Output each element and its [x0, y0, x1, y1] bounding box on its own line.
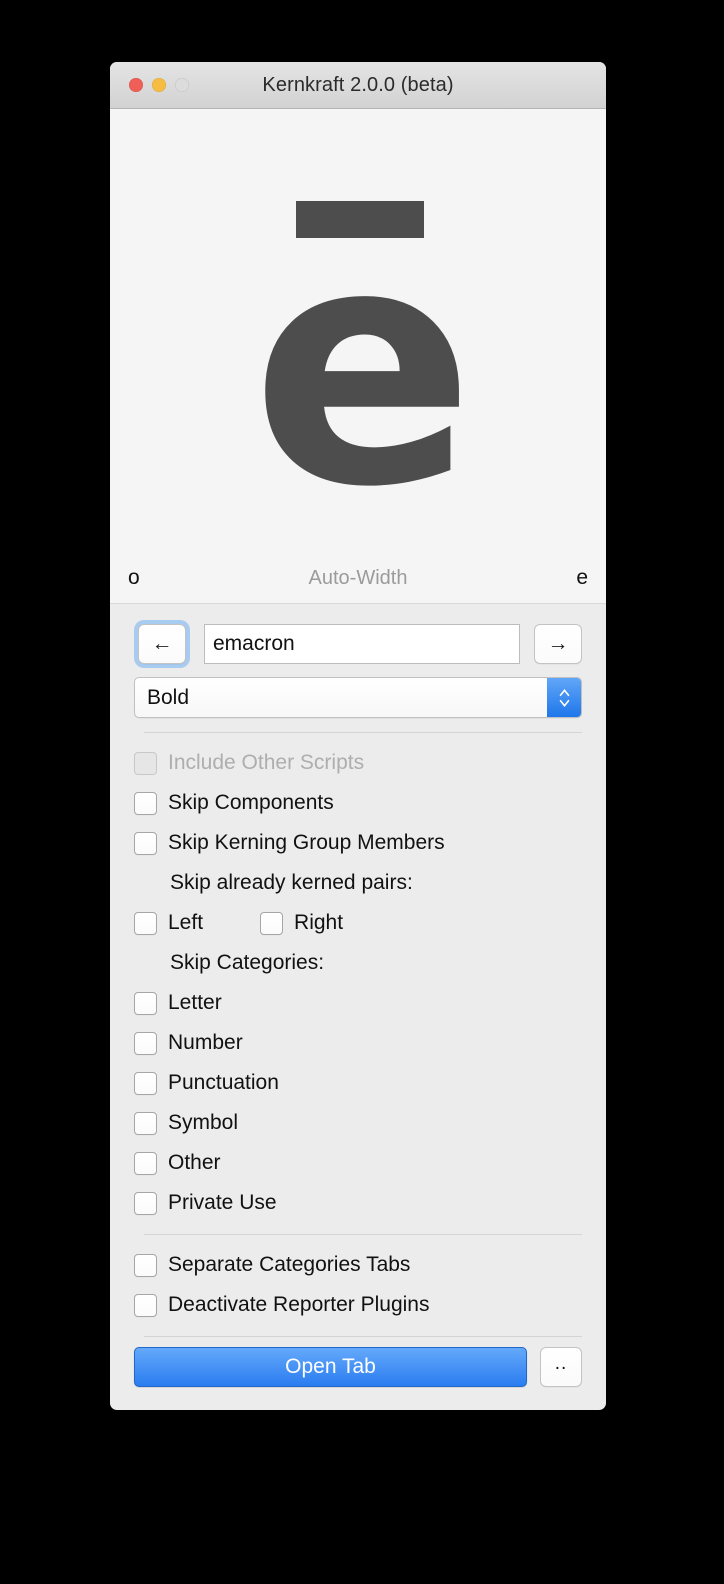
- checkbox-box-include-other-scripts: [134, 751, 157, 775]
- minimize-window-button[interactable]: [152, 78, 166, 92]
- checkbox-skip-kerning-group-members[interactable]: Skip Kerning Group Members: [134, 823, 582, 863]
- checkbox-box-skip-kerning-group-members[interactable]: [134, 831, 157, 855]
- checkbox-box-category-letter[interactable]: [134, 991, 157, 1015]
- zoom-window-button: [175, 78, 189, 92]
- ellipsis-icon: ..: [554, 1352, 568, 1374]
- checkbox-category-number[interactable]: Number: [134, 1023, 582, 1063]
- checkbox-label-skip-components: Skip Components: [168, 791, 334, 814]
- app-window: Kernkraft 2.0.0 (beta) e o Auto-Width e …: [110, 62, 606, 1410]
- checkbox-include-other-scripts: Include Other Scripts: [134, 743, 582, 783]
- style-popup-row: Bold: [134, 677, 582, 718]
- kerned-pairs-row: Left Right: [134, 903, 582, 943]
- checkbox-label-kerned-right: Right: [294, 911, 344, 934]
- title-bar: Kernkraft 2.0.0 (beta): [110, 62, 606, 109]
- checkbox-label-deactivate-reporter-plugins: Deactivate Reporter Plugins: [168, 1293, 430, 1316]
- arrow-left-icon: ←: [151, 632, 173, 655]
- checkbox-label-separate-categories-tabs: Separate Categories Tabs: [168, 1253, 411, 1276]
- checkbox-box-category-symbol[interactable]: [134, 1111, 157, 1135]
- chevron-up-down-icon[interactable]: [547, 678, 581, 717]
- checkbox-label-kerned-left: Left: [168, 911, 204, 934]
- open-tab-button[interactable]: Open Tab: [134, 1347, 527, 1387]
- checkbox-separate-categories-tabs[interactable]: Separate Categories Tabs: [134, 1245, 582, 1285]
- checkbox-label-skip-kerning-group-members: Skip Kerning Group Members: [168, 831, 445, 854]
- checkbox-box-separate-categories-tabs[interactable]: [134, 1253, 157, 1277]
- font-style-selected-value: Bold: [147, 685, 190, 709]
- group-title-skip-categories: Skip Categories:: [170, 951, 325, 974]
- checkbox-kerned-left[interactable]: Left: [134, 903, 203, 943]
- checkbox-category-other[interactable]: Other: [134, 1143, 582, 1183]
- glyph-name-value: emacron: [213, 632, 295, 655]
- next-glyph-button[interactable]: →: [534, 624, 582, 664]
- divider-top: [144, 732, 582, 733]
- glyph-preview-pane[interactable]: e o Auto-Width e: [110, 109, 606, 604]
- checkbox-label-include-other-scripts: Include Other Scripts: [168, 751, 365, 774]
- checkbox-box-category-punctuation[interactable]: [134, 1071, 157, 1095]
- checkbox-box-category-other[interactable]: [134, 1151, 157, 1175]
- checkbox-box-category-private-use[interactable]: [134, 1191, 157, 1215]
- checkbox-label-category-punctuation: Punctuation: [168, 1071, 279, 1094]
- checkbox-box-kerned-left[interactable]: [134, 911, 157, 935]
- group-title-skip-kerned-pairs: Skip already kerned pairs:: [170, 871, 413, 894]
- checkbox-label-category-other: Other: [168, 1151, 221, 1174]
- arrow-right-icon: →: [547, 632, 569, 655]
- checkbox-kerned-right[interactable]: Right: [260, 903, 343, 943]
- font-style-select[interactable]: Bold: [134, 677, 582, 718]
- more-options-button[interactable]: ..: [540, 1347, 582, 1387]
- checkbox-box-skip-components[interactable]: [134, 791, 157, 815]
- glyph-navigation-row: ← emacron →: [134, 620, 582, 668]
- glyph-name-input[interactable]: emacron: [204, 624, 520, 664]
- checkbox-label-category-symbol: Symbol: [168, 1111, 239, 1134]
- checkbox-deactivate-reporter-plugins[interactable]: Deactivate Reporter Plugins: [134, 1285, 582, 1325]
- checkbox-skip-components[interactable]: Skip Components: [134, 783, 582, 823]
- checkbox-box-kerned-right[interactable]: [260, 911, 284, 935]
- glyph-stage: e: [110, 175, 606, 559]
- controls-panel: ← emacron → Bold Include Other Scripts S…: [110, 604, 606, 1387]
- checkbox-category-punctuation[interactable]: Punctuation: [134, 1063, 582, 1103]
- glyph-base-letter: e: [251, 175, 475, 559]
- checkbox-box-deactivate-reporter-plugins[interactable]: [134, 1293, 157, 1317]
- left-context-char: o: [128, 566, 140, 589]
- footer-action-row: Open Tab ..: [134, 1347, 582, 1387]
- close-window-button[interactable]: [129, 78, 143, 92]
- open-tab-label: Open Tab: [285, 1355, 376, 1378]
- checkbox-category-private-use[interactable]: Private Use: [134, 1183, 582, 1223]
- preview-footer: o Auto-Width e: [110, 565, 606, 591]
- spacing-mode-label: Auto-Width: [308, 566, 408, 589]
- checkbox-category-letter[interactable]: Letter: [134, 983, 582, 1023]
- divider-bottom: [144, 1336, 582, 1337]
- checkbox-label-category-letter: Letter: [168, 991, 222, 1014]
- checkbox-label-category-number: Number: [168, 1031, 243, 1054]
- previous-glyph-focus-ring: ←: [134, 620, 190, 668]
- checkbox-box-category-number[interactable]: [134, 1031, 157, 1055]
- checkbox-label-category-private-use: Private Use: [168, 1191, 277, 1214]
- divider-middle: [144, 1234, 582, 1235]
- previous-glyph-button[interactable]: ←: [138, 624, 186, 664]
- checkbox-category-symbol[interactable]: Symbol: [134, 1103, 582, 1143]
- right-context-char: e: [576, 566, 588, 589]
